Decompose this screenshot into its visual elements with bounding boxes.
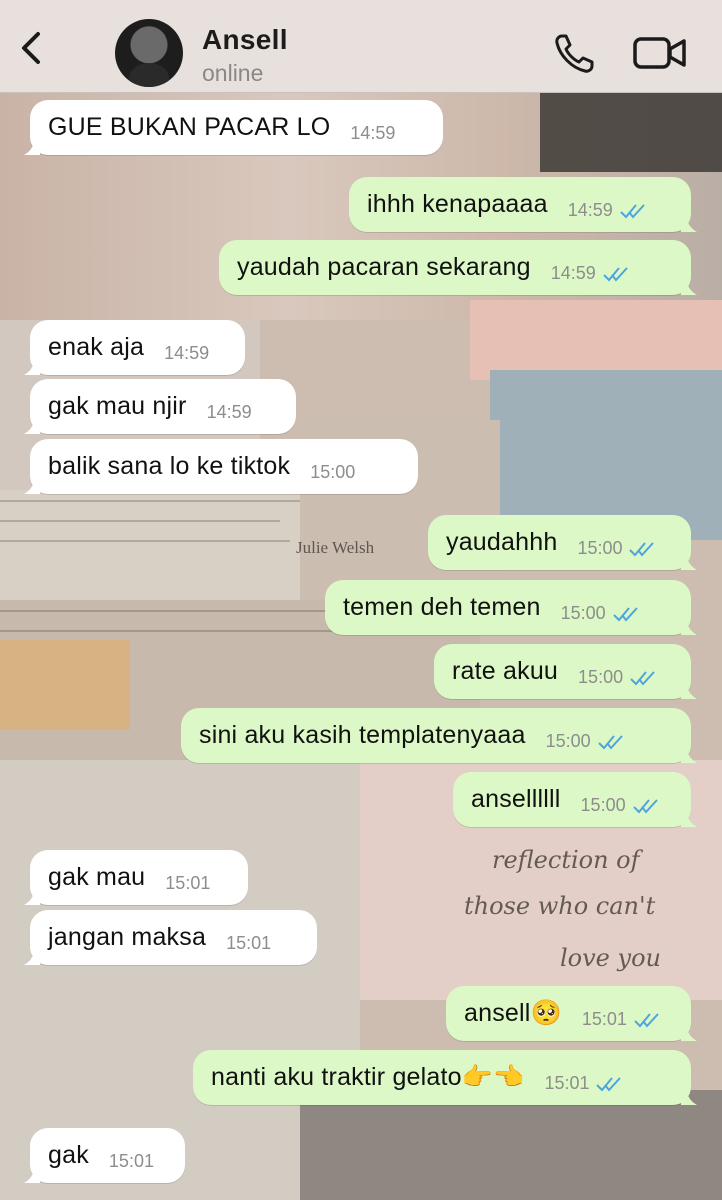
- message-time: 15:00: [310, 462, 356, 482]
- message-text: GUE BUKAN PACAR LO: [48, 113, 331, 141]
- message-bubble-incoming[interactable]: GUE BUKAN PACAR LO 14:59: [24, 100, 443, 155]
- read-receipt-icon: [634, 1012, 659, 1028]
- message-text: jangan maksa: [48, 923, 207, 951]
- message-text: balik sana lo ke tiktok: [48, 452, 291, 480]
- chat-header: Ansell online: [0, 0, 722, 93]
- message-time: 15:00: [545, 731, 591, 751]
- avatar[interactable]: [115, 19, 183, 87]
- message-bubble-incoming[interactable]: gak 15:01: [24, 1128, 185, 1183]
- message-text: rate akuu: [452, 657, 559, 685]
- message-time: 15:01: [581, 1009, 627, 1029]
- read-receipt-icon: [620, 203, 645, 219]
- read-receipt-icon: [629, 541, 655, 557]
- message-bubble-outgoing[interactable]: yaudahhh 15:00: [428, 515, 697, 570]
- bubble-tail: [681, 621, 697, 635]
- bubble-tail: [681, 749, 697, 763]
- message-text: sini aku kasih templatenyaaa: [199, 721, 526, 749]
- read-receipt-icon: [603, 266, 628, 282]
- message-text: ansellllll: [471, 785, 561, 813]
- bubble-tail: [681, 218, 697, 232]
- message-bubble-incoming[interactable]: balik sana lo ke tiktok 15:00: [24, 439, 418, 494]
- message-text: temen deh temen: [343, 593, 541, 621]
- contact-name[interactable]: Ansell: [202, 24, 288, 56]
- read-receipt-icon: [612, 606, 638, 622]
- message-bubble-incoming[interactable]: enak aja 14:59: [24, 320, 245, 375]
- message-bubble-incoming[interactable]: gak mau njir 14:59: [24, 379, 296, 434]
- message-text: ansell🥺: [464, 999, 562, 1027]
- message-text: yaudahhh: [446, 528, 558, 556]
- message-bubble-outgoing[interactable]: nanti aku traktir gelato👉👈 15:01: [193, 1050, 697, 1105]
- chevron-left-icon[interactable]: [14, 28, 50, 68]
- message-bubble-outgoing[interactable]: sini aku kasih templatenyaaa 15:00: [181, 708, 697, 763]
- message-time: 14:59: [550, 263, 596, 283]
- phone-icon[interactable]: [552, 32, 596, 76]
- bubble-tail: [24, 891, 40, 905]
- bubble-tail: [681, 813, 697, 827]
- bubble-tail: [24, 361, 40, 375]
- message-time: 15:00: [560, 603, 606, 623]
- read-receipt-icon: [632, 798, 658, 814]
- bubble-tail: [24, 951, 40, 965]
- message-bubble-incoming[interactable]: jangan maksa 15:01: [24, 910, 317, 965]
- bubble-tail: [681, 1091, 697, 1105]
- contact-status: online: [202, 60, 264, 86]
- message-time: 14:59: [164, 343, 210, 363]
- video-camera-icon[interactable]: [632, 35, 688, 71]
- bubble-tail: [24, 480, 40, 494]
- message-bubble-incoming[interactable]: gak mau 15:01: [24, 850, 248, 905]
- read-receipt-icon: [630, 670, 655, 686]
- message-bubble-outgoing[interactable]: temen deh temen 15:00: [325, 580, 697, 635]
- message-bubble-outgoing[interactable]: yaudah pacaran sekarang 14:59: [219, 240, 697, 295]
- message-text: yaudah pacaran sekarang: [237, 253, 531, 281]
- message-text: gak mau njir: [48, 392, 187, 420]
- message-time: 15:01: [165, 873, 211, 893]
- message-bubble-outgoing[interactable]: ansell🥺 15:01: [446, 986, 697, 1041]
- message-time: 14:59: [206, 402, 252, 422]
- message-bubble-outgoing[interactable]: rate akuu 15:00: [434, 644, 697, 699]
- message-time: 15:00: [578, 667, 624, 687]
- bubble-tail: [24, 1169, 40, 1183]
- message-time: 15:01: [226, 933, 272, 953]
- message-bubble-outgoing[interactable]: ansellllll 15:00: [453, 772, 697, 827]
- message-text: nanti aku traktir gelato👉👈: [211, 1063, 525, 1091]
- bubble-tail: [681, 556, 697, 570]
- message-time: 15:00: [580, 795, 626, 815]
- bubble-tail: [24, 141, 40, 155]
- message-time: 15:01: [544, 1073, 590, 1093]
- message-bubble-outgoing[interactable]: ihhh kenapaaaa 14:59: [349, 177, 697, 232]
- message-time: 15:00: [577, 538, 623, 558]
- message-text: gak: [48, 1141, 89, 1169]
- message-time: 15:01: [108, 1151, 154, 1171]
- message-text: enak aja: [48, 333, 145, 361]
- bubble-tail: [681, 1027, 697, 1041]
- bubble-tail: [681, 685, 697, 699]
- message-list[interactable]: GUE BUKAN PACAR LO 14:59 ihhh kenapaaaa …: [0, 0, 722, 1200]
- message-time: 14:59: [350, 123, 396, 143]
- message-text: ihhh kenapaaaa: [367, 190, 548, 218]
- read-receipt-icon: [597, 734, 623, 750]
- bubble-tail: [681, 281, 697, 295]
- read-receipt-icon: [596, 1076, 622, 1092]
- message-text: gak mau: [48, 863, 146, 891]
- message-time: 14:59: [567, 200, 613, 220]
- bubble-tail: [24, 420, 40, 434]
